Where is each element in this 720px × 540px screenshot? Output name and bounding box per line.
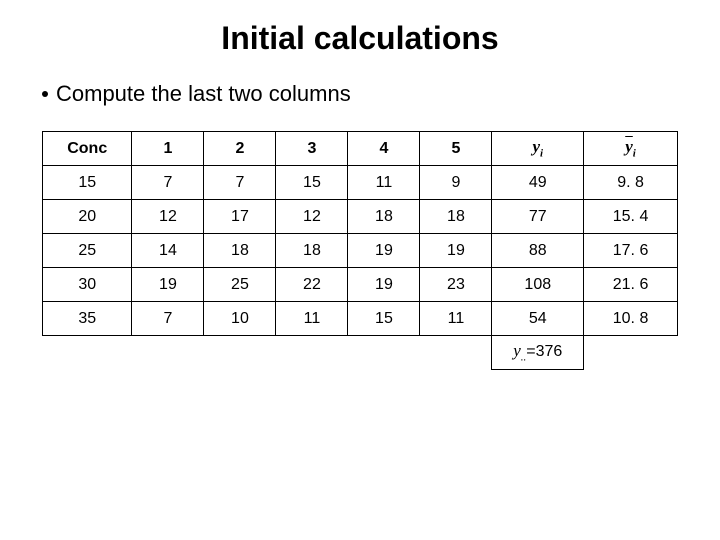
subtitle-text: Compute the last two columns — [56, 81, 351, 107]
cell: 18 — [204, 234, 276, 268]
grand-total-cell: y..=376 — [492, 336, 584, 370]
table-row: 20 12 17 12 18 18 77 15. 4 — [43, 200, 678, 234]
cell: 14 — [132, 234, 204, 268]
cell-sum: 77 — [492, 200, 584, 234]
page-title: Initial calculations — [0, 0, 720, 81]
cell: 19 — [132, 268, 204, 302]
cell: 7 — [204, 166, 276, 200]
col-sum-header: yi — [492, 132, 584, 166]
cell-sum: 49 — [492, 166, 584, 200]
bullet-icon — [42, 91, 48, 97]
cell-conc: 35 — [43, 302, 132, 336]
cell-mean: 10. 8 — [584, 302, 678, 336]
cell-sum: 88 — [492, 234, 584, 268]
cell-mean: 21. 6 — [584, 268, 678, 302]
cell: 15 — [276, 166, 348, 200]
empty-cell — [43, 336, 132, 370]
calc-table: Conc 1 2 3 4 5 yi yi 15 7 7 15 11 9 49 9… — [42, 131, 678, 370]
cell: 7 — [132, 166, 204, 200]
cell: 18 — [348, 200, 420, 234]
cell: 18 — [276, 234, 348, 268]
cell: 9 — [420, 166, 492, 200]
cell: 11 — [348, 166, 420, 200]
cell: 15 — [348, 302, 420, 336]
col-mean-header: yi — [584, 132, 678, 166]
cell: 12 — [132, 200, 204, 234]
cell: 11 — [420, 302, 492, 336]
cell: 17 — [204, 200, 276, 234]
cell-conc: 25 — [43, 234, 132, 268]
empty-cell — [348, 336, 420, 370]
cell: 19 — [420, 234, 492, 268]
col-4-header: 4 — [348, 132, 420, 166]
col-2-header: 2 — [204, 132, 276, 166]
col-conc-header: Conc — [43, 132, 132, 166]
cell: 12 — [276, 200, 348, 234]
cell: 23 — [420, 268, 492, 302]
cell-conc: 30 — [43, 268, 132, 302]
cell: 19 — [348, 268, 420, 302]
cell-mean: 15. 4 — [584, 200, 678, 234]
cell: 19 — [348, 234, 420, 268]
cell-sum: 108 — [492, 268, 584, 302]
empty-cell — [276, 336, 348, 370]
cell: 10 — [204, 302, 276, 336]
subtitle-row: Compute the last two columns — [0, 81, 720, 131]
cell: 11 — [276, 302, 348, 336]
col-1-header: 1 — [132, 132, 204, 166]
cell-mean: 17. 6 — [584, 234, 678, 268]
empty-cell — [420, 336, 492, 370]
col-3-header: 3 — [276, 132, 348, 166]
table-container: Conc 1 2 3 4 5 yi yi 15 7 7 15 11 9 49 9… — [0, 131, 720, 370]
table-row: 30 19 25 22 19 23 108 21. 6 — [43, 268, 678, 302]
empty-cell — [204, 336, 276, 370]
table-row: 35 7 10 11 15 11 54 10. 8 — [43, 302, 678, 336]
total-row: y..=376 — [43, 336, 678, 370]
cell: 25 — [204, 268, 276, 302]
table-row: 25 14 18 18 19 19 88 17. 6 — [43, 234, 678, 268]
cell-conc: 20 — [43, 200, 132, 234]
cell-sum: 54 — [492, 302, 584, 336]
table-header-row: Conc 1 2 3 4 5 yi yi — [43, 132, 678, 166]
cell-conc: 15 — [43, 166, 132, 200]
cell: 18 — [420, 200, 492, 234]
table-row: 15 7 7 15 11 9 49 9. 8 — [43, 166, 678, 200]
cell: 22 — [276, 268, 348, 302]
cell-mean: 9. 8 — [584, 166, 678, 200]
empty-cell — [584, 336, 678, 370]
empty-cell — [132, 336, 204, 370]
col-5-header: 5 — [420, 132, 492, 166]
cell: 7 — [132, 302, 204, 336]
